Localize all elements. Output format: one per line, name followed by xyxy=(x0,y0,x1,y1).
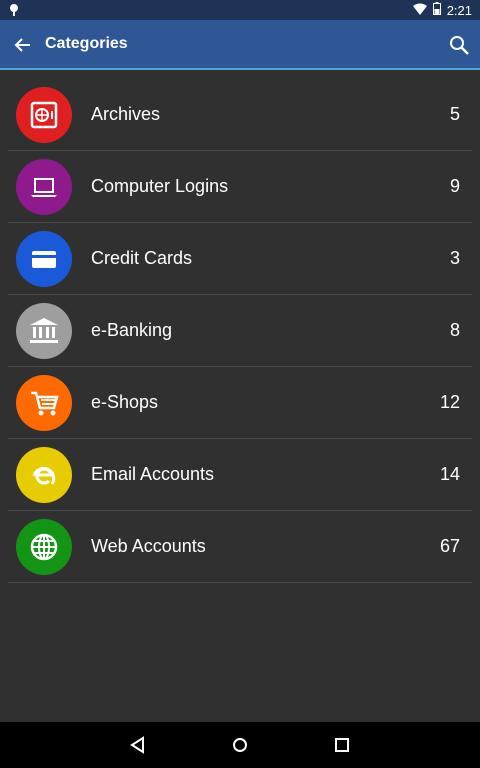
search-icon[interactable] xyxy=(448,34,470,56)
clock-time: 2:21 xyxy=(446,2,472,18)
shopping-cart-icon xyxy=(16,375,72,431)
globe-icon xyxy=(16,519,72,575)
android-notification-icon xyxy=(8,3,20,20)
category-label: Archives xyxy=(91,104,161,124)
list-item-email-accounts[interactable]: Email Accounts 14 xyxy=(8,439,472,511)
category-label: Web Accounts xyxy=(91,536,206,556)
category-count: 67 xyxy=(439,536,460,556)
category-label: Credit Cards xyxy=(91,248,193,268)
category-list: Archives 5 Computer Logins 9 Credit Card… xyxy=(0,79,480,583)
laptop-icon xyxy=(16,159,72,215)
system-nav-bar xyxy=(0,722,480,768)
category-label: Computer Logins xyxy=(91,176,229,196)
list-item-archives[interactable]: Archives 5 xyxy=(8,79,472,151)
category-count: 12 xyxy=(439,392,460,412)
category-label: Email Accounts xyxy=(91,464,215,484)
status-bar: 2:21 xyxy=(0,0,480,20)
nav-recents-icon[interactable] xyxy=(332,735,352,755)
category-count: 8 xyxy=(449,320,460,340)
list-item-web-accounts[interactable]: Web Accounts 67 xyxy=(8,511,472,583)
category-count: 9 xyxy=(449,176,460,196)
bank-icon xyxy=(16,303,72,359)
category-label: e-Shops xyxy=(91,392,159,412)
category-count: 5 xyxy=(449,104,460,124)
category-count: 14 xyxy=(439,464,460,484)
wifi-icon xyxy=(412,3,427,18)
category-count: 3 xyxy=(449,248,460,268)
credit-card-icon xyxy=(16,231,72,287)
list-item-e-banking[interactable]: e-Banking 8 xyxy=(8,295,472,367)
battery-icon xyxy=(432,2,441,18)
email-e-icon xyxy=(16,447,72,503)
nav-back-icon[interactable] xyxy=(128,735,148,755)
list-item-computer-logins[interactable]: Computer Logins 9 xyxy=(8,151,472,223)
nav-home-icon[interactable] xyxy=(230,735,250,755)
page-title: Categories xyxy=(45,35,128,52)
app-bar: Categories xyxy=(0,20,480,70)
list-item-credit-cards[interactable]: Credit Cards 3 xyxy=(8,223,472,295)
category-label: e-Banking xyxy=(91,320,173,340)
list-item-e-shops[interactable]: e-Shops 12 xyxy=(8,367,472,439)
safe-icon xyxy=(16,87,72,143)
arrow-back-icon[interactable] xyxy=(12,34,34,56)
